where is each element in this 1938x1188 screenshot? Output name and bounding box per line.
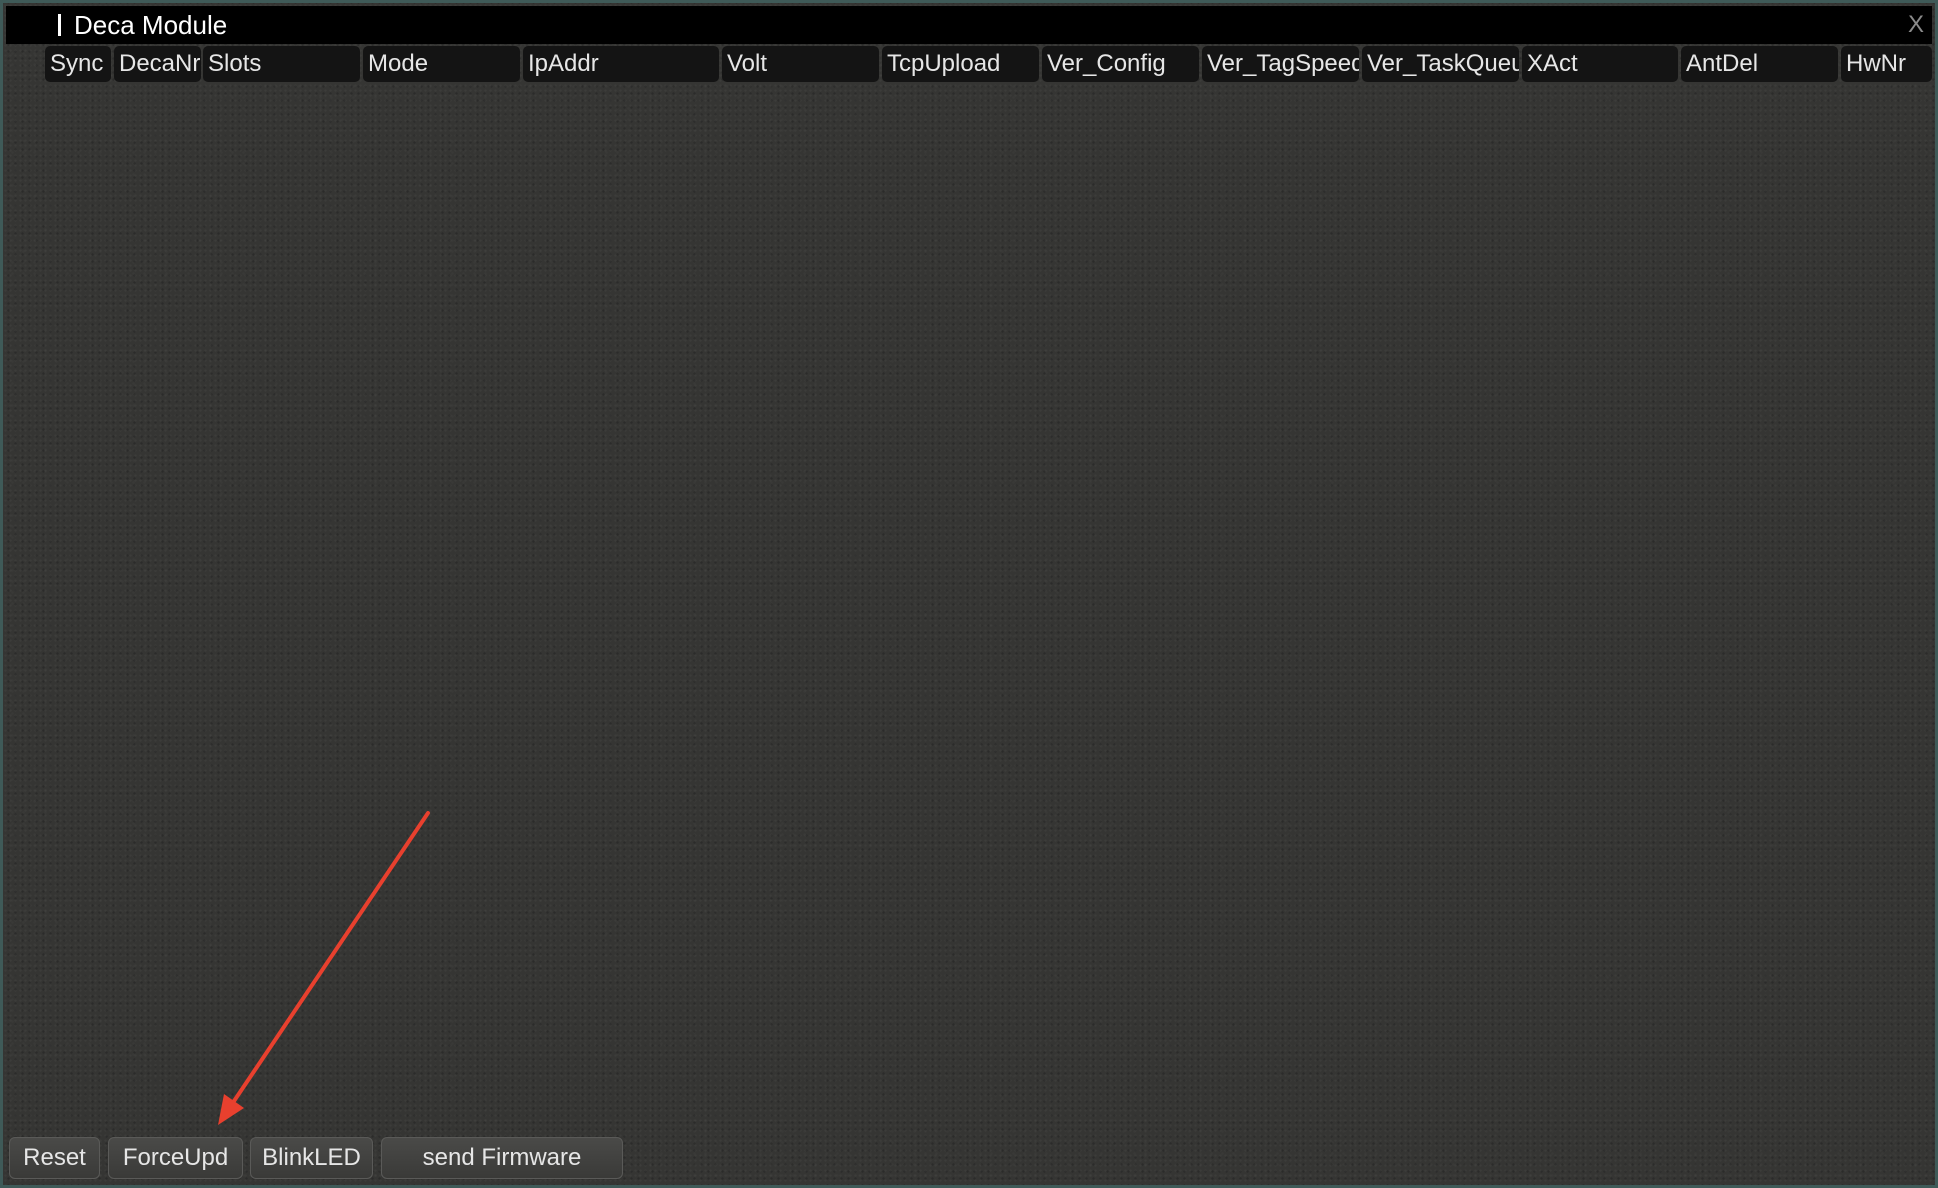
column-header-ver-config[interactable]: Ver_Config — [1042, 46, 1199, 82]
column-header-antdel[interactable]: AntDel — [1681, 46, 1838, 82]
window-title: Deca Module — [74, 10, 228, 40]
column-header-slots[interactable]: Slots — [203, 46, 360, 82]
column-header-xact[interactable]: XAct — [1522, 46, 1678, 82]
blink-led-button[interactable]: BlinkLED — [250, 1137, 373, 1179]
column-header-ipaddr[interactable]: IpAddr — [523, 46, 719, 82]
column-header-decanr[interactable]: DecaNr — [114, 46, 201, 82]
deca-module-window: Deca Module X Sync DecaNr Slots Mode IpA… — [0, 0, 1938, 1188]
force-update-button[interactable]: ForceUpd — [108, 1137, 243, 1179]
module-list-area[interactable] — [6, 84, 1932, 1134]
column-header-ver-tagspeed[interactable]: Ver_TagSpeed — [1202, 46, 1359, 82]
column-header-mode[interactable]: Mode — [363, 46, 520, 82]
column-header-volt[interactable]: Volt — [722, 46, 879, 82]
column-header-hwnr[interactable]: HwNr — [1841, 46, 1932, 82]
table-header: Sync DecaNr Slots Mode IpAddr Volt TcpUp… — [6, 44, 1932, 84]
title-bar[interactable]: Deca Module X — [6, 6, 1932, 44]
reset-button[interactable]: Reset — [9, 1137, 100, 1179]
column-header-ver-taskqueue[interactable]: Ver_TaskQueue — [1362, 46, 1519, 82]
column-header-sync[interactable]: Sync — [45, 46, 111, 82]
column-header-tcpupload[interactable]: TcpUpload — [882, 46, 1039, 82]
close-button[interactable]: X — [1908, 6, 1924, 44]
title-separator — [58, 14, 61, 36]
send-firmware-button[interactable]: send Firmware — [381, 1137, 623, 1179]
